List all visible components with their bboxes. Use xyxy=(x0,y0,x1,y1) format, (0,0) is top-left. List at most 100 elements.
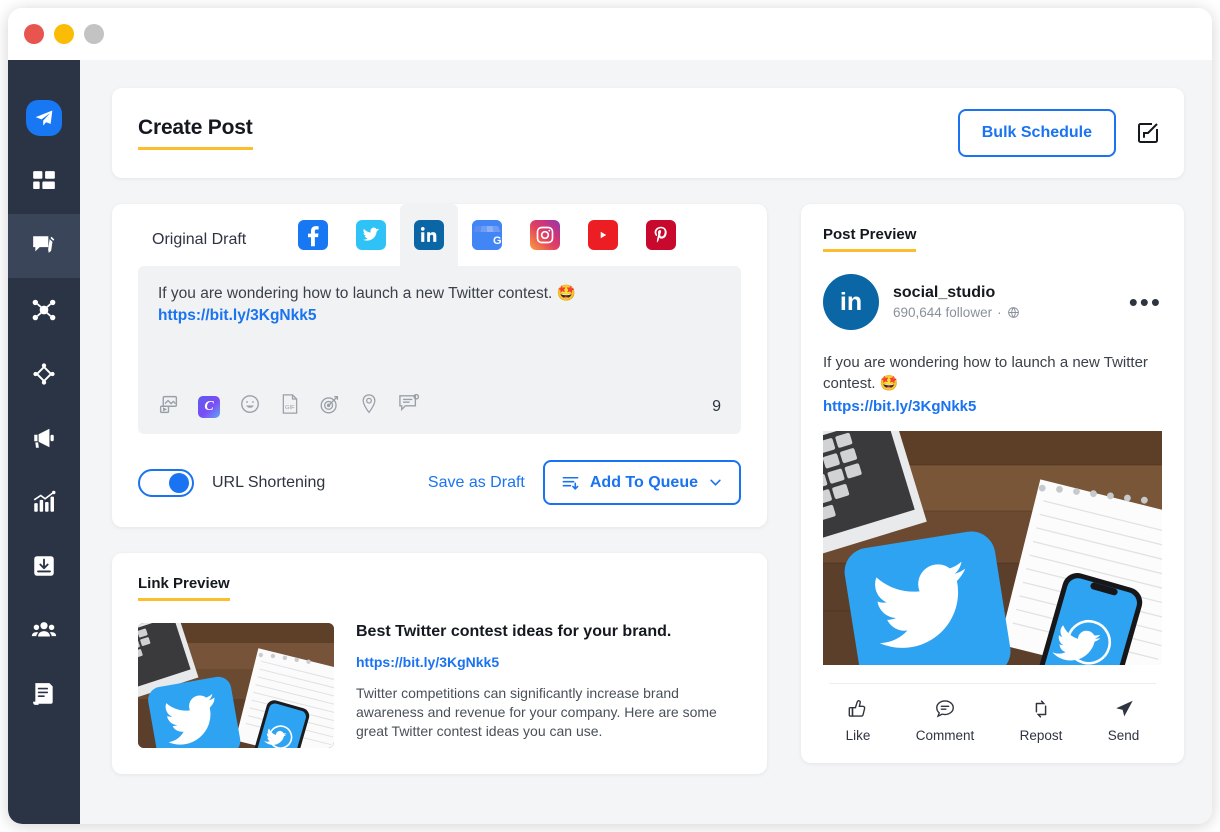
character-counter: 9 xyxy=(712,398,721,416)
sidebar-item-network[interactable] xyxy=(8,278,80,342)
sidebar-item-publish[interactable] xyxy=(8,214,80,278)
sidebar-item-team[interactable] xyxy=(8,598,80,662)
thumbs-up-icon xyxy=(847,698,869,720)
preview-actions: Like Comment xyxy=(823,684,1162,743)
minimize-window-button[interactable] xyxy=(54,24,74,44)
url-shortening-label: URL Shortening xyxy=(212,474,325,492)
preview-link[interactable]: https://bit.ly/3KgNkk5 xyxy=(823,398,1162,415)
editor-toolbar: C GIF xyxy=(158,393,721,420)
platform-tabs: Original Draft xyxy=(112,204,767,266)
editor-text: If you are wondering how to launch a new… xyxy=(158,285,552,302)
document-icon xyxy=(31,681,57,707)
original-draft-label: Original Draft xyxy=(152,231,246,266)
sidebar-item-logo[interactable] xyxy=(8,86,80,150)
post-preview-title: Post Preview xyxy=(823,226,916,252)
link-preview-thumbnail xyxy=(138,623,334,748)
comment-label: Comment xyxy=(916,728,975,743)
tab-google-business[interactable]: G xyxy=(458,204,516,266)
emoji-icon[interactable] xyxy=(239,393,261,420)
preview-image xyxy=(823,431,1162,665)
chevron-down-icon xyxy=(708,475,723,490)
app-window: Create Post Bulk Schedule Original Draft xyxy=(8,8,1212,824)
link-preview-description: Twitter competitions can significantly i… xyxy=(356,684,741,741)
twitter-icon xyxy=(356,220,386,250)
link-preview-body: Best Twitter contest ideas for your bran… xyxy=(138,623,741,748)
comment-icon[interactable] xyxy=(398,394,420,419)
sidebar-item-analytics[interactable] xyxy=(8,470,80,534)
paper-plane-icon xyxy=(34,108,54,128)
speech-bubble-icon xyxy=(934,698,956,720)
pinterest-icon xyxy=(646,220,676,250)
tab-instagram[interactable] xyxy=(516,204,574,266)
main-content: Create Post Bulk Schedule Original Draft xyxy=(80,60,1212,824)
like-label: Like xyxy=(846,728,871,743)
add-to-queue-label: Add To Queue xyxy=(590,474,698,492)
instagram-icon xyxy=(530,220,560,250)
preview-emoji: 🤩 xyxy=(880,375,899,392)
comment-action[interactable]: Comment xyxy=(916,698,975,743)
globe-icon xyxy=(1007,306,1020,319)
composer-card: Original Draft xyxy=(112,204,767,527)
right-column: Post Preview in social_studio 690,644 fo… xyxy=(801,204,1184,763)
account-meta: 690,644 follower · xyxy=(893,305,1020,320)
sidebar-item-inbox[interactable] xyxy=(8,534,80,598)
tab-facebook[interactable] xyxy=(284,204,342,266)
maximize-window-button[interactable] xyxy=(84,24,104,44)
follower-count: 690,644 follower xyxy=(893,305,992,320)
tab-youtube[interactable] xyxy=(574,204,632,266)
tab-twitter[interactable] xyxy=(342,204,400,266)
media-icon[interactable] xyxy=(158,394,179,420)
editor-emoji: 🤩 xyxy=(557,285,576,302)
twitter-desk-photo-large xyxy=(823,431,1162,665)
post-preview-header: in social_studio 690,644 follower · xyxy=(823,274,1162,330)
sidebar-item-reports[interactable] xyxy=(8,662,80,726)
link-preview-headline: Best Twitter contest ideas for your bran… xyxy=(356,623,741,641)
app-logo xyxy=(26,100,62,136)
editor-link[interactable]: https://bit.ly/3KgNkk5 xyxy=(158,307,721,325)
more-options-icon[interactable]: ••• xyxy=(1129,297,1162,307)
repost-label: Repost xyxy=(1020,728,1063,743)
svg-text:G: G xyxy=(493,235,502,247)
gif-icon[interactable]: GIF xyxy=(280,393,300,420)
download-inbox-icon xyxy=(31,553,57,579)
people-icon xyxy=(31,617,57,643)
link-preview-text: Best Twitter contest ideas for your bran… xyxy=(356,623,741,748)
tab-pinterest[interactable] xyxy=(632,204,690,266)
tab-linkedin[interactable] xyxy=(400,204,458,266)
send-action[interactable]: Send xyxy=(1108,698,1140,743)
sidebar-item-campaigns[interactable] xyxy=(8,406,80,470)
compose-edit-icon[interactable] xyxy=(1136,121,1160,145)
location-icon[interactable] xyxy=(359,393,379,420)
bulk-schedule-button[interactable]: Bulk Schedule xyxy=(958,109,1116,157)
composer-actions: URL Shortening Save as Draft Add To Queu… xyxy=(112,434,767,505)
bar-chart-icon xyxy=(31,489,57,515)
link-preview-card: Link Preview xyxy=(112,553,767,774)
left-column: Original Draft xyxy=(112,204,767,774)
canva-icon[interactable]: C xyxy=(198,396,220,418)
megaphone-icon xyxy=(31,425,57,451)
meta-separator: · xyxy=(997,305,1002,320)
add-to-queue-button[interactable]: Add To Queue xyxy=(543,460,741,505)
repost-action[interactable]: Repost xyxy=(1020,698,1063,743)
sidebar-item-integrations[interactable] xyxy=(8,342,80,406)
compose-message-icon xyxy=(31,233,57,259)
page-header: Create Post Bulk Schedule xyxy=(112,88,1184,178)
like-action[interactable]: Like xyxy=(846,698,871,743)
toggle-knob xyxy=(169,473,189,493)
url-shortening-toggle[interactable] xyxy=(138,469,194,497)
page-title: Create Post xyxy=(138,116,253,150)
sidebar xyxy=(8,60,80,824)
network-hub-icon xyxy=(31,297,57,323)
target-icon[interactable] xyxy=(319,394,340,420)
editor-text-line: If you are wondering how to launch a new… xyxy=(158,284,721,304)
save-as-draft-button[interactable]: Save as Draft xyxy=(428,474,525,492)
send-label: Send xyxy=(1108,728,1140,743)
post-editor[interactable]: If you are wondering how to launch a new… xyxy=(138,266,741,434)
sidebar-item-dashboard[interactable] xyxy=(8,150,80,214)
link-preview-url[interactable]: https://bit.ly/3KgNkk5 xyxy=(356,654,741,670)
post-preview-card: Post Preview in social_studio 690,644 fo… xyxy=(801,204,1184,763)
link-preview-title: Link Preview xyxy=(138,575,230,601)
close-window-button[interactable] xyxy=(24,24,44,44)
title-bar xyxy=(8,8,1212,60)
svg-text:GIF: GIF xyxy=(285,405,295,411)
